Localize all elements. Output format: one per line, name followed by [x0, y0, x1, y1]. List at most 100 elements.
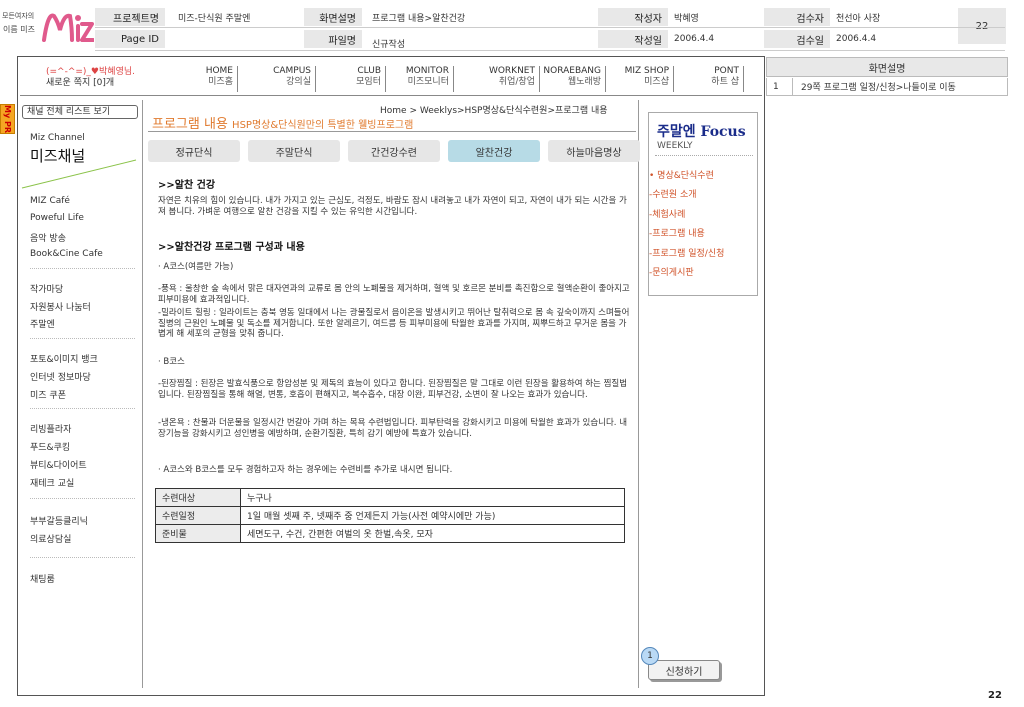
course-b-item: -냉온욕 : 찬물과 더운물을 일정시간 번갈아 가며 하는 목욕 수련법입니다…: [158, 418, 628, 439]
screen-label: 화면설명: [304, 8, 362, 26]
writer-label: 작성자: [598, 8, 668, 26]
nav-campus[interactable]: CAMPUS 강의실: [240, 66, 316, 92]
document-header: 모든여자의 이름 미즈 프로젝트명 미즈-단식원 주말엔 Page ID 화면설…: [0, 0, 1024, 55]
tab-sky-meditation[interactable]: 하늘마음명상: [548, 140, 640, 162]
logo-line2: 이름 미즈: [3, 25, 35, 34]
sidebar-item-writer[interactable]: 작가마당: [30, 282, 63, 295]
focus-weekly-label: WEEKLY: [657, 141, 693, 151]
channel-list-button[interactable]: 채널 전체 리스트 보기: [22, 105, 138, 119]
description-row: 1 29쪽 프로그램 일정/신청>나들이로 이동: [766, 78, 1008, 96]
sidebar-item-photo-bank[interactable]: 포토&이미지 뱅크: [30, 352, 98, 365]
tab-liver-health[interactable]: 간건강수련: [348, 140, 440, 162]
review-date-label: 검수일: [764, 30, 830, 48]
sidebar-item-living-plaza[interactable]: 리빙플라자: [30, 422, 71, 435]
nav-monitor[interactable]: MONITOR 미즈모니터: [388, 66, 454, 92]
description-text: 29쪽 프로그램 일정/신청>나들이로 이동: [801, 83, 956, 93]
course-a-item: -풍욕 : 울창한 숲 속에서 맑은 대자연과의 교류로 몸 안의 노폐물을 제…: [158, 284, 630, 305]
sidebar-item-powerful-life[interactable]: Poweful Life: [30, 213, 84, 223]
content-left-border: [142, 100, 143, 688]
project-value: 미즈-단식원 주말엔: [178, 13, 251, 24]
pageid-label: Page ID: [95, 30, 165, 48]
course-b-item: -된장찜질 : 된장은 발효식품으로 항암성분 및 제독의 효능이 있다고 합니…: [158, 379, 628, 400]
table-row: 준비물 세면도구, 수건, 간편한 여벌의 옷 한벌,속옷, 모자: [155, 524, 625, 543]
description-number: 1: [767, 78, 793, 95]
apply-button[interactable]: 신청하기: [648, 660, 720, 680]
my-pr-tab[interactable]: My PR: [0, 104, 15, 134]
table-key: 준비물: [155, 524, 241, 543]
focus-link-experiences[interactable]: -체험사례: [649, 207, 685, 220]
breadcrumb: Home > Weeklys>HSP명상&단식수련원>프로그램 내용: [380, 106, 608, 116]
course-a-label: · A코스(여름만 가능): [158, 262, 234, 272]
section-heading: >>알찬건강 프로그램 구성과 내용: [158, 242, 305, 253]
focus-link-schedule[interactable]: -프로그램 일정/신청: [649, 246, 724, 259]
sidebar-divider: [30, 338, 135, 339]
sidebar-swoosh-divider: [21, 159, 137, 189]
focus-link-about[interactable]: -수련원 소개: [649, 187, 697, 200]
page-title: 프로그램 내용 HSP명상&단식원만의 특별한 웰빙프로그램: [152, 113, 413, 132]
sidebar-item-book-cine[interactable]: Book&Cine Cafe: [30, 249, 103, 259]
course-note: · A코스와 B코스를 모두 경험하고자 하는 경우에는 수련비를 추가로 내시…: [158, 465, 453, 475]
sidebar-item-volunteer[interactable]: 자원봉사 나눔터: [30, 300, 91, 313]
sidebar-item-medical[interactable]: 의료상담실: [30, 532, 71, 545]
sidebar-item-couple-clinic[interactable]: 부부갈등클리닉: [30, 514, 88, 527]
page-number-box: 22: [958, 8, 1006, 44]
sidebar-item-internet-info[interactable]: 인터넷 정보마당: [30, 370, 91, 383]
nav-home[interactable]: HOME 미즈홈: [168, 66, 238, 92]
sidebar-item-coupon[interactable]: 미즈 쿠폰: [30, 388, 66, 401]
writer-value: 박혜영: [674, 13, 699, 24]
channel-subtitle: Miz Channel: [30, 133, 85, 143]
project-label: 프로젝트명: [95, 8, 165, 26]
sidebar-divider: [30, 557, 135, 558]
reviewer-value: 천선아 사장: [836, 13, 881, 24]
review-date-value: 2006.4.4: [836, 34, 877, 44]
focus-divider: [655, 155, 753, 156]
content-right-border: [638, 100, 639, 688]
nav-miz-shop[interactable]: MIZ SHOP 미즈샵: [608, 66, 674, 92]
table-value: 1일 매월 셋째 주, 넷째주 중 언제든지 가능(사전 예약시에만 가능): [240, 506, 625, 525]
focus-link-board[interactable]: -문의게시판: [649, 265, 694, 278]
sidebar-item-beauty-diet[interactable]: 뷰티&다이어트: [30, 458, 87, 471]
table-row: 수련대상 누구나: [155, 488, 625, 507]
tab-weekend-fasting[interactable]: 주말단식: [248, 140, 340, 162]
user-name[interactable]: (=^-^=)_♥박혜영님.: [46, 67, 135, 78]
nav-pont[interactable]: PONT 하트 샵: [676, 66, 744, 92]
course-a-item: -밀라이트 힐링 : 일라이트는 충북 영동 일대에서 나는 광물질로서 음이온…: [158, 308, 630, 339]
nav-worknet[interactable]: WORKNET 취업/창업: [456, 66, 540, 92]
page-title-main: 프로그램 내용: [152, 117, 228, 132]
focus-link-program[interactable]: -프로그램 내용: [649, 226, 705, 239]
footer-page-number: 22: [988, 690, 1002, 701]
sidebar-item-weekend[interactable]: 주말엔: [30, 317, 55, 330]
table-key: 수련대상: [155, 488, 241, 507]
sidebar-divider: [30, 498, 135, 499]
sidebar-item-food-cooking[interactable]: 푸드&쿠킹: [30, 440, 70, 453]
table-value: 세면도구, 수건, 간편한 여벌의 옷 한벌,속옷, 모자: [240, 524, 625, 543]
header-divider: [95, 27, 1005, 28]
page-title-sub: HSP명상&단식원만의 특별한 웰빙프로그램: [232, 120, 414, 131]
sidebar-item-chat[interactable]: 채팅룸: [30, 572, 55, 585]
miz-logo-mark: [42, 13, 94, 42]
message-count[interactable]: 새로운 쪽지 [0]개: [46, 78, 135, 89]
file-label: 파일명: [304, 30, 362, 48]
sidebar-item-music[interactable]: 음악 방송: [30, 231, 66, 244]
title-underline: [148, 131, 636, 132]
sidebar-item-finance[interactable]: 재테크 교실: [30, 476, 74, 489]
reviewer-label: 검수자: [764, 8, 830, 26]
miz-logo: 모든여자의 이름 미즈: [0, 2, 95, 52]
tab-healthy-living[interactable]: 알찬건강: [448, 140, 540, 162]
user-greeting: (=^-^=)_♥박혜영님. 새로운 쪽지 [0]개: [46, 67, 135, 89]
nav-club[interactable]: CLUB 모임터: [318, 66, 386, 92]
focus-link-meditation[interactable]: • 명상&단식수련: [649, 168, 714, 181]
date-value: 2006.4.4: [674, 34, 715, 44]
table-value: 누구나: [240, 488, 625, 507]
date-label: 작성일: [598, 30, 668, 48]
course-b-label: · B코스: [158, 357, 185, 367]
logo-line1: 모든여자의: [2, 12, 35, 20]
header-divider: [95, 50, 1005, 51]
screen-value: 프로그램 내용>알찬건강: [372, 13, 466, 24]
nav-divider: [20, 95, 762, 96]
program-info-table: 수련대상 누구나 수련일정 1일 매월 셋째 주, 넷째주 중 언제든지 가능(…: [155, 488, 625, 543]
focus-panel: 주말엔 Focus WEEKLY • 명상&단식수련 -수련원 소개 -체험사례…: [648, 112, 758, 296]
sidebar-item-miz-cafe[interactable]: MIZ Café: [30, 196, 70, 206]
nav-noraebang[interactable]: NORAEBANG 웹노래방: [542, 66, 606, 92]
tab-regular-fasting[interactable]: 정규단식: [148, 140, 240, 162]
